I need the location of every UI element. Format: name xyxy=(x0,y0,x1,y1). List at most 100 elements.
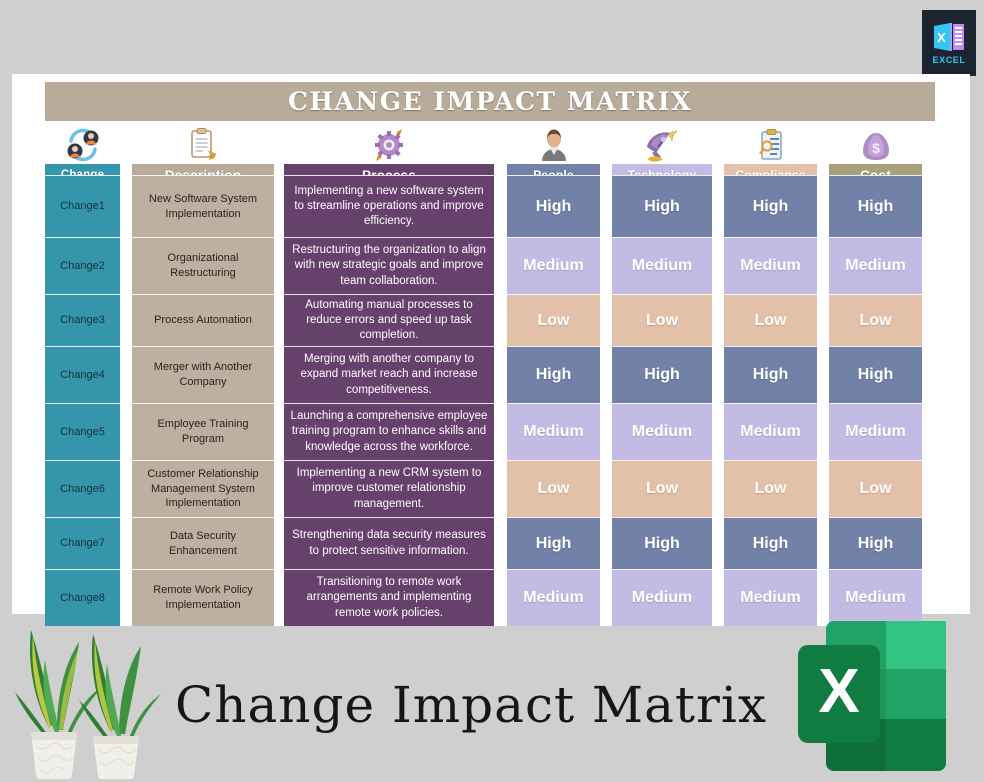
grid-gap xyxy=(120,517,132,569)
excel-badge-label: EXCEL xyxy=(932,54,966,65)
cell-change[interactable]: Change2 xyxy=(45,237,120,294)
cell-description[interactable]: Data Security Enhancement xyxy=(132,517,274,569)
cell-technology-level[interactable]: Low xyxy=(612,294,712,346)
cell-cost-level[interactable]: Low xyxy=(829,460,922,517)
cell-change[interactable]: Change3 xyxy=(45,294,120,346)
cell-technology-level[interactable]: High xyxy=(612,175,712,237)
grid-gap xyxy=(600,460,612,517)
cell-description[interactable]: Employee Training Program xyxy=(132,403,274,460)
grid-gap xyxy=(712,460,724,517)
cell-process[interactable]: Restructuring the organization to align … xyxy=(284,237,494,294)
grid-gap xyxy=(274,164,284,175)
cell-change[interactable]: Change7 xyxy=(45,517,120,569)
excel-badge[interactable]: X EXCEL xyxy=(922,10,976,76)
grid-gap xyxy=(712,517,724,569)
cell-people-level[interactable]: Medium xyxy=(507,569,600,626)
cell-change[interactable]: Change4 xyxy=(45,346,120,403)
cell-people-level[interactable]: Medium xyxy=(507,237,600,294)
cell-technology-level[interactable]: Medium xyxy=(612,403,712,460)
cell-technology-level[interactable]: Medium xyxy=(612,569,712,626)
cell-cost-level[interactable]: High xyxy=(829,346,922,403)
grid-gap xyxy=(600,569,612,626)
cell-process[interactable]: Implementing a new CRM system to improve… xyxy=(284,460,494,517)
cell-people-level[interactable]: High xyxy=(507,346,600,403)
grid-gap xyxy=(494,164,507,175)
grid-gap xyxy=(600,517,612,569)
cell-process[interactable]: Transitioning to remote work arrangement… xyxy=(284,569,494,626)
grid-gap xyxy=(274,237,284,294)
grid-gap xyxy=(494,517,507,569)
matrix-sheet: CHANGE IMPACT MATRIX $ Change1 New Softw… xyxy=(12,74,970,626)
cell-technology-level[interactable]: High xyxy=(612,517,712,569)
cell-change[interactable]: Change6 xyxy=(45,460,120,517)
cell-process[interactable]: Strengthening data security measures to … xyxy=(284,517,494,569)
cell-process[interactable]: Merging with another company to expand m… xyxy=(284,346,494,403)
grid-gap xyxy=(600,164,612,175)
grid-gap xyxy=(817,294,829,346)
cell-compliance-level[interactable]: Medium xyxy=(724,237,817,294)
cell-compliance-level[interactable]: Medium xyxy=(724,403,817,460)
grid-gap xyxy=(600,122,612,164)
grid-gap xyxy=(120,175,132,237)
cell-compliance-level[interactable]: High xyxy=(724,517,817,569)
cell-change[interactable]: Change5 xyxy=(45,403,120,460)
grid-gap xyxy=(120,122,132,164)
cell-compliance-level[interactable]: Low xyxy=(724,294,817,346)
grid-gap xyxy=(494,403,507,460)
grid-gap xyxy=(274,403,284,460)
cell-compliance-level[interactable]: High xyxy=(724,175,817,237)
cell-people-level[interactable]: Low xyxy=(507,294,600,346)
cell-description[interactable]: Organizational Restructuring xyxy=(132,237,274,294)
grid-gap xyxy=(712,237,724,294)
cell-technology-level[interactable]: Medium xyxy=(612,237,712,294)
cell-change[interactable]: Change1 xyxy=(45,175,120,237)
footer-title: Change Impact Matrix xyxy=(175,676,768,734)
excel-icon: X xyxy=(934,22,964,51)
grid-gap xyxy=(494,460,507,517)
cell-people-level[interactable]: Low xyxy=(507,460,600,517)
grid-gap xyxy=(712,175,724,237)
grid-gap xyxy=(274,346,284,403)
cell-people-level[interactable]: High xyxy=(507,517,600,569)
grid-gap xyxy=(712,569,724,626)
grid-gap xyxy=(274,569,284,626)
banner: CHANGE IMPACT MATRIX xyxy=(45,82,935,121)
grid-gap xyxy=(120,164,132,175)
cell-people-level[interactable]: High xyxy=(507,175,600,237)
cell-description[interactable]: Process Automation xyxy=(132,294,274,346)
snake-plants-decoration xyxy=(5,596,165,782)
cell-people-level[interactable]: Medium xyxy=(507,403,600,460)
svg-text:$: $ xyxy=(872,140,880,156)
grid-gap xyxy=(712,346,724,403)
cell-cost-level[interactable]: Low xyxy=(829,294,922,346)
money-bag-icon-cell: $ xyxy=(829,122,922,164)
cell-compliance-level[interactable]: High xyxy=(724,346,817,403)
grid-gap xyxy=(494,175,507,237)
grid-gap xyxy=(120,237,132,294)
cell-technology-level[interactable]: Low xyxy=(612,460,712,517)
change-impact-table: $ Change Description Process People Tech… xyxy=(45,122,935,626)
clipboard-search-icon-cell xyxy=(724,122,817,164)
cell-process[interactable]: Automating manual processes to reduce er… xyxy=(284,294,494,346)
grid-gap xyxy=(274,517,284,569)
cell-cost-level[interactable]: Medium xyxy=(829,403,922,460)
person-icon xyxy=(541,129,566,161)
grid-gap xyxy=(274,294,284,346)
cell-description[interactable]: Customer Relationship Management System … xyxy=(132,460,274,517)
cell-technology-level[interactable]: High xyxy=(612,346,712,403)
cell-process[interactable]: Launching a comprehensive employee train… xyxy=(284,403,494,460)
person-icon-cell xyxy=(507,122,600,164)
cell-cost-level[interactable]: High xyxy=(829,175,922,237)
excel-logo: X xyxy=(798,621,946,771)
grid-gap xyxy=(712,403,724,460)
cell-description[interactable]: Merger with Another Company xyxy=(132,346,274,403)
satellite-dish-icon-cell xyxy=(612,122,712,164)
cell-cost-level[interactable]: High xyxy=(829,517,922,569)
cell-description[interactable]: New Software System Implementation xyxy=(132,175,274,237)
cell-process[interactable]: Implementing a new software system to st… xyxy=(284,175,494,237)
grid-gap xyxy=(274,122,284,164)
clipboard-icon-cell xyxy=(132,122,274,164)
cell-compliance-level[interactable]: Low xyxy=(724,460,817,517)
cell-cost-level[interactable]: Medium xyxy=(829,237,922,294)
money-bag-icon: $ xyxy=(862,133,889,160)
